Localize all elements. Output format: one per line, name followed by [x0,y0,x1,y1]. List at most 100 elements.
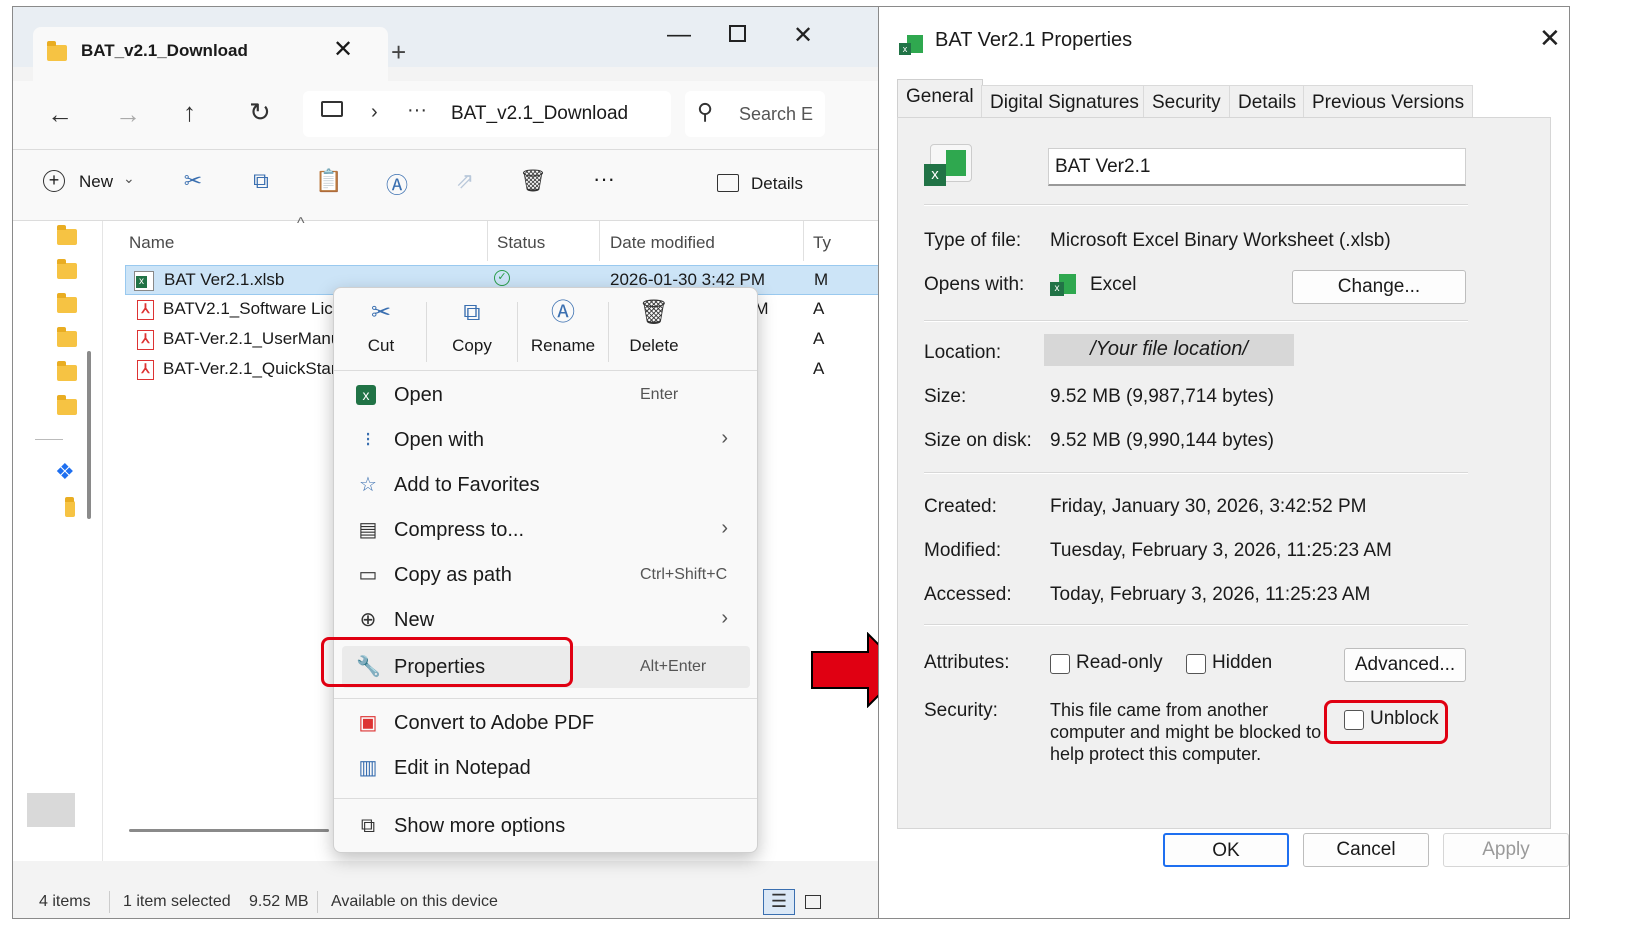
forward-arrow-icon[interactable]: → [115,99,141,130]
trash-icon[interactable]: 🗑 [518,168,548,194]
divider [334,698,757,699]
menu-item-copy-as-path[interactable]: ▭ Copy as path Ctrl+Shift+C [342,554,750,596]
monitor-icon [321,101,343,117]
menu-item-open[interactable]: x Open Enter [342,374,750,416]
column-header-date[interactable]: Date modified [610,233,715,253]
search-box[interactable]: ⚲ Search E [685,91,825,137]
tab-general[interactable]: General [897,79,983,119]
nav-scrollbar[interactable] [87,351,91,519]
excel-file-icon: x [899,35,925,57]
opens-with-label: Opens with: [924,274,1025,295]
explorer-command-bar: + New ⌄ ✂ ⧉ 📋 Ⓐ ⇗ 🗑 ··· Details [13,149,884,221]
details-view-icon[interactable]: ☰ [763,889,795,915]
security-text-line-1: This file came from another [1050,700,1269,720]
menu-item-edit-in-notepad[interactable]: ▥ Edit in Notepad [342,747,750,789]
new-button[interactable]: + New ⌄ [43,170,143,200]
navigation-pane: ❖ [13,221,103,861]
excel-x-badge: x [899,43,911,55]
dropbox-icon[interactable]: ❖ [55,459,75,485]
delete-action[interactable]: 🗑 Delete [609,298,699,364]
close-tab-icon[interactable]: ✕ [333,35,353,64]
divider [924,472,1468,474]
copy-icon[interactable]: ⧉ [246,168,276,194]
explorer-tab[interactable]: BAT_v2.1_Download ✕ [33,27,388,81]
modified-label: Modified: [924,540,1002,561]
horizontal-scrollbar[interactable] [129,829,329,832]
location-value: /Your file location/ [1090,338,1248,360]
paste-icon[interactable]: 📋 [314,168,344,194]
menu-item-shortcut: Alt+Enter [640,658,707,675]
maximize-icon[interactable] [729,25,746,42]
zip-icon: ▤ [358,519,378,541]
column-header-name[interactable]: Name [129,233,174,253]
menu-item-open-with[interactable]: ⁝ Open with › [342,419,750,461]
file-name: BAT-Ver.2.1_QuickStar [163,359,337,378]
menu-item-show-more-options[interactable]: ⧉ Show more options [342,805,750,847]
breadcrumb-ellipsis[interactable]: ··· [407,99,427,122]
nav-pane-bottom [27,793,75,827]
close-window-icon[interactable]: ✕ [793,21,813,50]
details-button[interactable]: Details [717,172,817,200]
rename-icon[interactable]: Ⓐ [382,168,412,200]
breadcrumb-current[interactable]: BAT_v2.1_Download [451,103,628,125]
tiles-view-icon[interactable] [805,895,821,909]
size-label: Size: [924,386,967,407]
address-bar[interactable]: › ··· BAT_v2.1_Download [303,91,671,137]
back-arrow-icon[interactable]: ← [47,99,73,130]
menu-item-compress[interactable]: ▤ Compress to... › [342,509,750,551]
rename-action[interactable]: Ⓐ Rename [518,298,608,364]
menu-item-new[interactable]: ⊕ New › [342,599,750,641]
change-button[interactable]: Change... [1292,270,1466,304]
copy-action[interactable]: ⧉ Copy [427,298,517,364]
hidden-label: Hidden [1212,652,1273,673]
plus-circle-icon: ⊕ [359,609,377,631]
divider [334,370,757,371]
open-with-icon: ⁝ [364,429,372,451]
tab-security[interactable]: Security [1143,85,1230,119]
pdf-file-icon: ⅄ [137,360,154,380]
column-header-type[interactable]: Ty [813,233,831,253]
column-header-status[interactable]: Status [497,233,545,253]
folder-icon[interactable] [57,225,77,245]
minimize-icon[interactable]: — [667,21,691,49]
plus-icon[interactable]: + [391,37,406,68]
up-arrow-icon[interactable]: ↑ [183,97,196,128]
chevron-right-icon: › [371,101,378,123]
details-label: Details [751,174,803,193]
folder-icon[interactable] [57,293,77,313]
location-field[interactable]: /Your file location/ [1044,334,1294,366]
share-icon[interactable]: ⇗ [450,168,480,194]
rename-icon: Ⓐ [551,299,575,326]
folder-icon[interactable] [57,327,77,347]
tab-details[interactable]: Details [1229,85,1306,119]
tab-previous-versions[interactable]: Previous Versions [1303,85,1474,119]
menu-item-shortcut: Enter [640,386,679,403]
size-on-disk-label: Size on disk: [924,430,1032,451]
unblock-highlight-box [1324,700,1448,744]
security-text-line-2: computer and might be blocked to [1050,722,1322,742]
folder-icon[interactable] [57,259,77,279]
copy-icon: ⧉ [463,299,481,326]
cut-icon[interactable]: ✂ [178,168,208,194]
divider [924,320,1468,322]
show-more-icon: ⧉ [360,815,376,837]
advanced-button[interactable]: Advanced... [1344,648,1466,682]
readonly-checkbox[interactable] [1050,654,1070,674]
hidden-checkbox[interactable] [1186,654,1206,674]
cut-action[interactable]: ✂ Cut [336,298,426,364]
cancel-button[interactable]: Cancel [1303,833,1429,867]
refresh-icon[interactable]: ↻ [249,97,271,128]
ok-button[interactable]: OK [1163,833,1289,867]
tab-digital-signatures[interactable]: Digital Signatures [981,85,1148,119]
properties-highlight-box [321,637,573,687]
close-icon[interactable]: ✕ [1539,23,1561,54]
file-name-field[interactable]: BAT Ver2.1 [1048,148,1466,186]
folder-icon[interactable] [57,361,77,381]
more-options-icon[interactable]: ··· [593,166,615,192]
folder-icon[interactable] [57,395,77,415]
folder-icon[interactable] [65,497,75,517]
menu-item-add-to-favorites[interactable]: ☆ Add to Favorites [342,464,750,506]
apply-button[interactable]: Apply [1443,833,1569,867]
properties-tabs: General Digital Signatures Security Deta… [897,79,1474,119]
menu-item-convert-to-pdf[interactable]: ▣ Convert to Adobe PDF [342,702,750,744]
